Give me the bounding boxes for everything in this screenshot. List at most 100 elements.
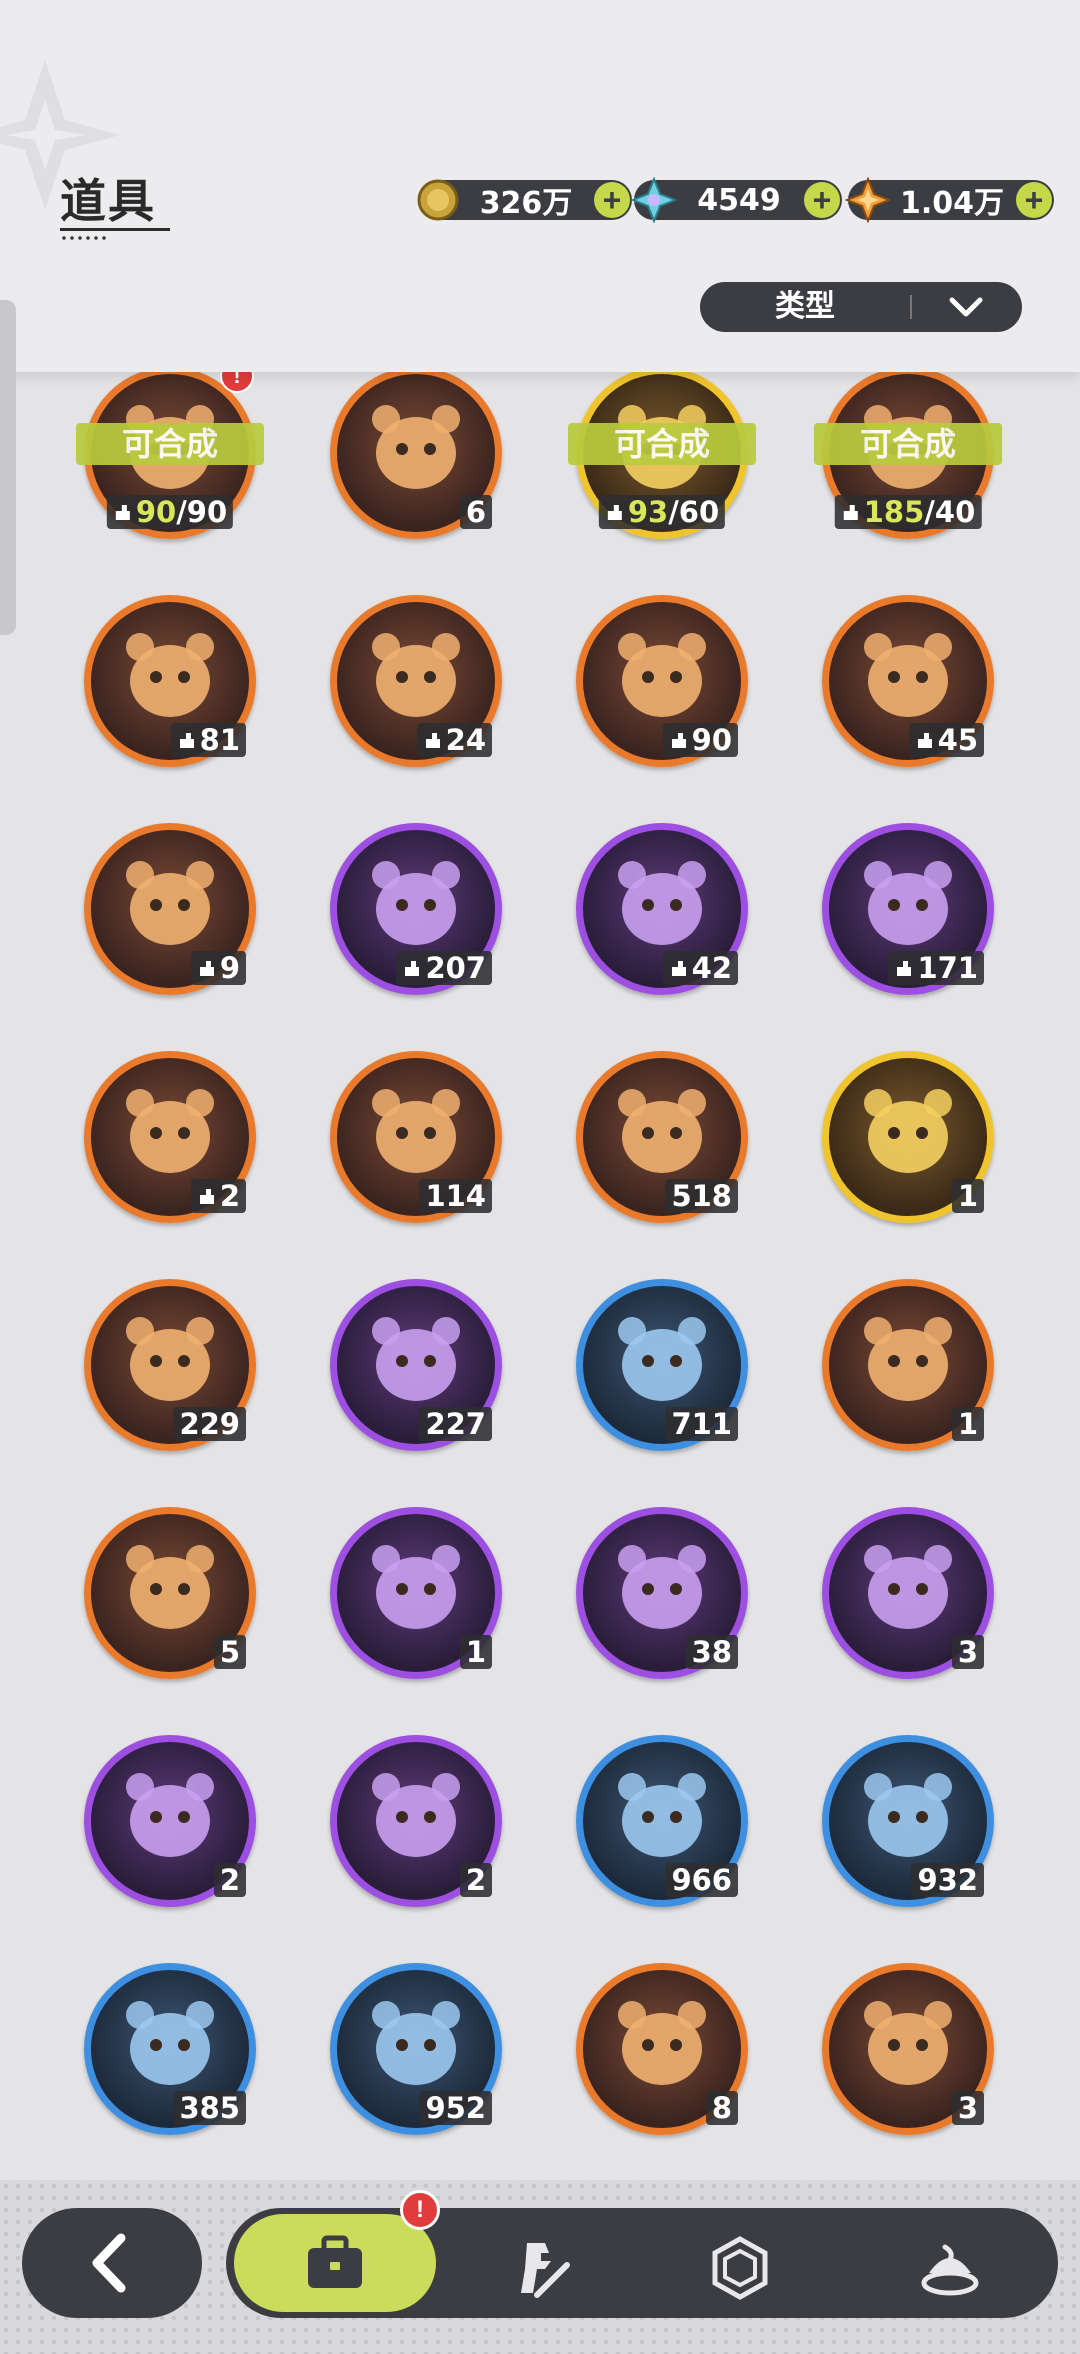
inventory-item[interactable]: 1 [330, 1507, 502, 1679]
inventory-item[interactable]: 1 [822, 1051, 994, 1223]
inventory-item[interactable]: 711 [576, 1279, 748, 1451]
shard-owned: 93 [627, 495, 669, 529]
add-crystal-button[interactable]: + [804, 182, 840, 218]
add-star-button[interactable]: + [1016, 182, 1052, 218]
inventory-item[interactable]: 2 [84, 1051, 256, 1223]
item-count: 1 [459, 1635, 492, 1669]
item-count-value: 6 [465, 495, 486, 529]
inventory-item[interactable]: 81 [84, 595, 256, 767]
item-count-value: 38 [691, 1635, 732, 1669]
item-count: 2 [190, 1179, 246, 1213]
inventory-item[interactable]: 5 [84, 1507, 256, 1679]
currency-gold-amount: 326万 [479, 186, 573, 221]
inventory-item[interactable]: 1 [822, 1279, 994, 1451]
filter-divider [910, 295, 912, 319]
item-count: 952 [419, 2091, 492, 2125]
inventory-item[interactable]: 2 [84, 1735, 256, 1907]
inventory-item[interactable]: 952 [330, 1963, 502, 2135]
tab-bag-alert-badge: ! [400, 2190, 440, 2230]
inventory-item[interactable]: 可合成 185/40 [814, 367, 1002, 539]
item-count-value: 1 [465, 1635, 486, 1669]
item-count: 185/40 [834, 495, 982, 529]
item-count-value: 711 [671, 1407, 732, 1441]
tab-gem[interactable] [690, 2228, 790, 2308]
knight-sword-icon [521, 2243, 570, 2298]
craftable-banner: 可合成 [568, 423, 756, 465]
inventory-item[interactable]: 3 [822, 1963, 994, 2135]
title-underline [60, 228, 170, 231]
item-count-value: 2 [219, 1863, 240, 1897]
inventory-item[interactable]: 207 [330, 823, 502, 995]
item-count-value: 2 [465, 1863, 486, 1897]
item-count-value: 42 [691, 951, 732, 985]
currency-star-amount: 1.04万 [899, 186, 1005, 221]
currency-gold: 326万 + [417, 179, 632, 221]
add-gold-button[interactable]: + [594, 182, 630, 218]
spiked-ball-icon [864, 2001, 952, 2085]
scrollbar[interactable] [0, 300, 16, 635]
inventory-item[interactable]: 90 [576, 595, 748, 767]
inventory-item[interactable]: 6 [330, 367, 502, 539]
item-count-value: 227 [425, 1407, 486, 1441]
inventory-item[interactable]: 932 [822, 1735, 994, 1907]
inventory-item[interactable]: 2 [330, 1735, 502, 1907]
shard-required: /60 [668, 495, 720, 529]
item-count: 9 [190, 951, 246, 985]
inventory-item[interactable]: 229 [84, 1279, 256, 1451]
gold-coin-icon [414, 176, 462, 224]
item-count: 90 [662, 723, 738, 757]
back-arrow-icon [92, 2233, 126, 2293]
item-count: 229 [173, 1407, 246, 1441]
inventory-item[interactable]: 114 [330, 1051, 502, 1223]
golden-bag-icon [618, 1545, 706, 1629]
inventory-item[interactable]: 171 [822, 823, 994, 995]
item-count-value: 5 [219, 1635, 240, 1669]
inventory-item[interactable]: 3 [822, 1507, 994, 1679]
inventory-item[interactable]: 9 [84, 823, 256, 995]
lavender-cat-icon [126, 861, 214, 945]
dark-bear-icon [864, 633, 952, 717]
inventory-item[interactable]: 8 [576, 1963, 748, 2135]
craftable-banner: 可合成 [76, 423, 264, 465]
clover-ticket-icon [126, 1545, 214, 1629]
item-count-value: 3 [957, 1635, 978, 1669]
inventory-item[interactable]: 385 [84, 1963, 256, 2135]
inventory-item[interactable]: 可合成! 90/90 [76, 359, 264, 539]
item-count-value: 2 [219, 1179, 240, 1213]
item-count-value: 171 [917, 951, 978, 985]
inventory-item[interactable]: 24 [330, 595, 502, 767]
item-count: 38 [685, 1635, 738, 1669]
inventory-item[interactable]: 38 [576, 1507, 748, 1679]
white-bear-icon [618, 633, 706, 717]
inventory-item[interactable]: 227 [330, 1279, 502, 1451]
tab-dessert[interactable] [900, 2228, 1000, 2308]
inventory-item[interactable]: 966 [576, 1735, 748, 1907]
inventory-item[interactable]: 518 [576, 1051, 748, 1223]
inventory-item[interactable]: 45 [822, 595, 994, 767]
top-header: 道具 326万 + 4549 + 1.04万 + 类型 [0, 0, 1080, 372]
tab-knight[interactable] [490, 2228, 590, 2308]
golden-card-icon [864, 1089, 952, 1173]
tiger-cat-icon [126, 1089, 214, 1173]
inventory-item[interactable]: 42 [576, 823, 748, 995]
back-button[interactable] [22, 2208, 202, 2318]
gauntlet-icon [864, 1773, 952, 1857]
item-count-value: 3 [957, 2091, 978, 2125]
shard-owned: 90 [135, 495, 177, 529]
item-count: 8 [705, 2091, 738, 2125]
item-count: 93/60 [598, 495, 726, 529]
inventory-item[interactable]: 可合成 93/60 [568, 367, 756, 539]
item-count: 3 [951, 2091, 984, 2125]
shard-icon [841, 503, 864, 521]
purple-crystal-icon [372, 405, 460, 489]
type-filter-dropdown[interactable]: 类型 [700, 282, 1022, 332]
item-count-value: 1 [957, 1407, 978, 1441]
brown-pirate-bear-icon [618, 861, 706, 945]
knight-bear-icon [372, 633, 460, 717]
item-count: 114 [419, 1179, 492, 1213]
item-count: 45 [908, 723, 984, 757]
item-count: 2 [213, 1863, 246, 1897]
gold-character-card-icon [126, 1317, 214, 1401]
shard-icon [402, 959, 425, 977]
item-count: 207 [396, 951, 492, 985]
